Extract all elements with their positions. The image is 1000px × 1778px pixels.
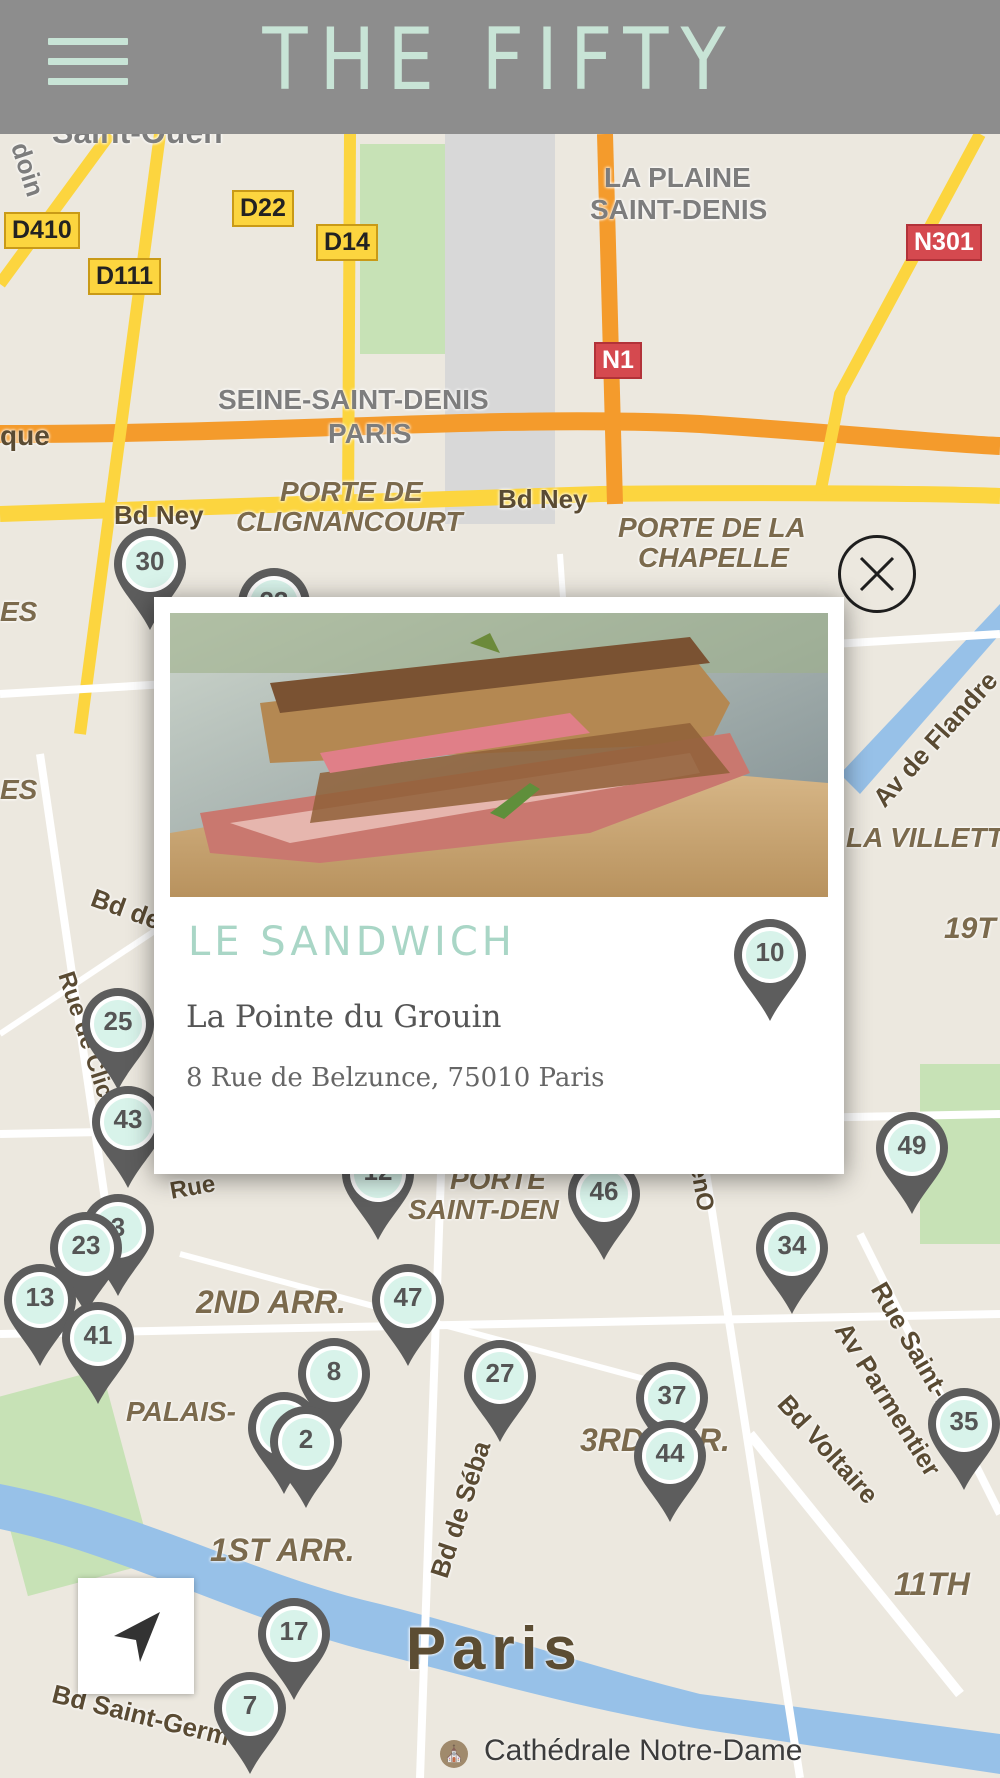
- map-label: PORTE DE LA: [618, 512, 806, 543]
- close-icon: [859, 556, 895, 592]
- map-label: 11TH: [894, 1566, 970, 1602]
- navigation-arrow-icon: [114, 1612, 160, 1662]
- map-label: SAINT-DEN: [408, 1194, 559, 1225]
- cathedral-icon: ⛪: [440, 1740, 468, 1768]
- close-button[interactable]: [838, 535, 916, 613]
- map-label: que: [0, 420, 50, 451]
- map-label: Bd Ney: [498, 484, 588, 514]
- map-label: 19T: [944, 912, 996, 945]
- map-label: PARIS: [328, 418, 412, 449]
- map-label: ES: [0, 774, 38, 805]
- place-name: La Pointe du Grouin: [186, 999, 502, 1035]
- app-screen: THE FIFTY D410 D22 D14 D111 N1 N301 doin…: [0, 0, 1000, 1778]
- place-number-marker: 10: [730, 915, 810, 1025]
- app-header: THE FIFTY: [0, 0, 1000, 134]
- map-label: CHAPELLE: [638, 542, 789, 573]
- poi-label: Cathédrale Notre-Dame: [484, 1734, 803, 1767]
- map-marker[interactable]: 27: [460, 1336, 540, 1446]
- map-label: PORTE DE: [280, 476, 423, 507]
- road-shield: N1: [594, 342, 642, 379]
- locate-me-button[interactable]: [78, 1578, 194, 1694]
- map-label: Paris: [406, 1615, 583, 1682]
- road-shield: D111: [88, 258, 162, 295]
- road-shield: D22: [232, 190, 294, 227]
- map-label: SEINE-SAINT-DENIS: [218, 384, 489, 415]
- map-marker[interactable]: 41: [58, 1298, 138, 1408]
- map-marker[interactable]: 35: [924, 1384, 1000, 1494]
- map-marker[interactable]: 44: [630, 1416, 710, 1526]
- map-label: 1ST ARR.: [210, 1532, 355, 1568]
- sandwich-photo: [170, 613, 828, 897]
- map-label: LA VILLETT: [846, 822, 1000, 853]
- map-label: CLIGNANCOURT: [236, 506, 463, 537]
- place-popup-card[interactable]: LE SANDWICH 10 La Pointe du Grouin 8 Rue…: [154, 597, 844, 1174]
- road-shield: D410: [4, 212, 80, 249]
- map-label: PALAIS-: [126, 1396, 236, 1427]
- map-label: SAINT-DENIS: [590, 194, 768, 225]
- brand-title: THE FIFTY: [262, 10, 738, 110]
- map-marker[interactable]: 7: [210, 1668, 290, 1778]
- map-marker[interactable]: 34: [752, 1208, 832, 1318]
- category-label: LE SANDWICH: [188, 919, 516, 965]
- place-address: 8 Rue de Belzunce, 75010 Paris: [186, 1063, 605, 1093]
- map-marker[interactable]: 49: [872, 1108, 952, 1218]
- map-marker[interactable]: 25: [78, 984, 158, 1094]
- map-marker[interactable]: 47: [368, 1260, 448, 1370]
- road-shield: N301: [906, 224, 982, 261]
- map-label: Saint-Ouen: [52, 134, 223, 151]
- map-marker[interactable]: 2: [266, 1402, 346, 1512]
- map-label: ES: [0, 596, 38, 627]
- map-label: 2ND ARR.: [196, 1284, 346, 1320]
- map-label: LA PLAINE: [604, 162, 751, 193]
- road-shield: D14: [316, 224, 378, 261]
